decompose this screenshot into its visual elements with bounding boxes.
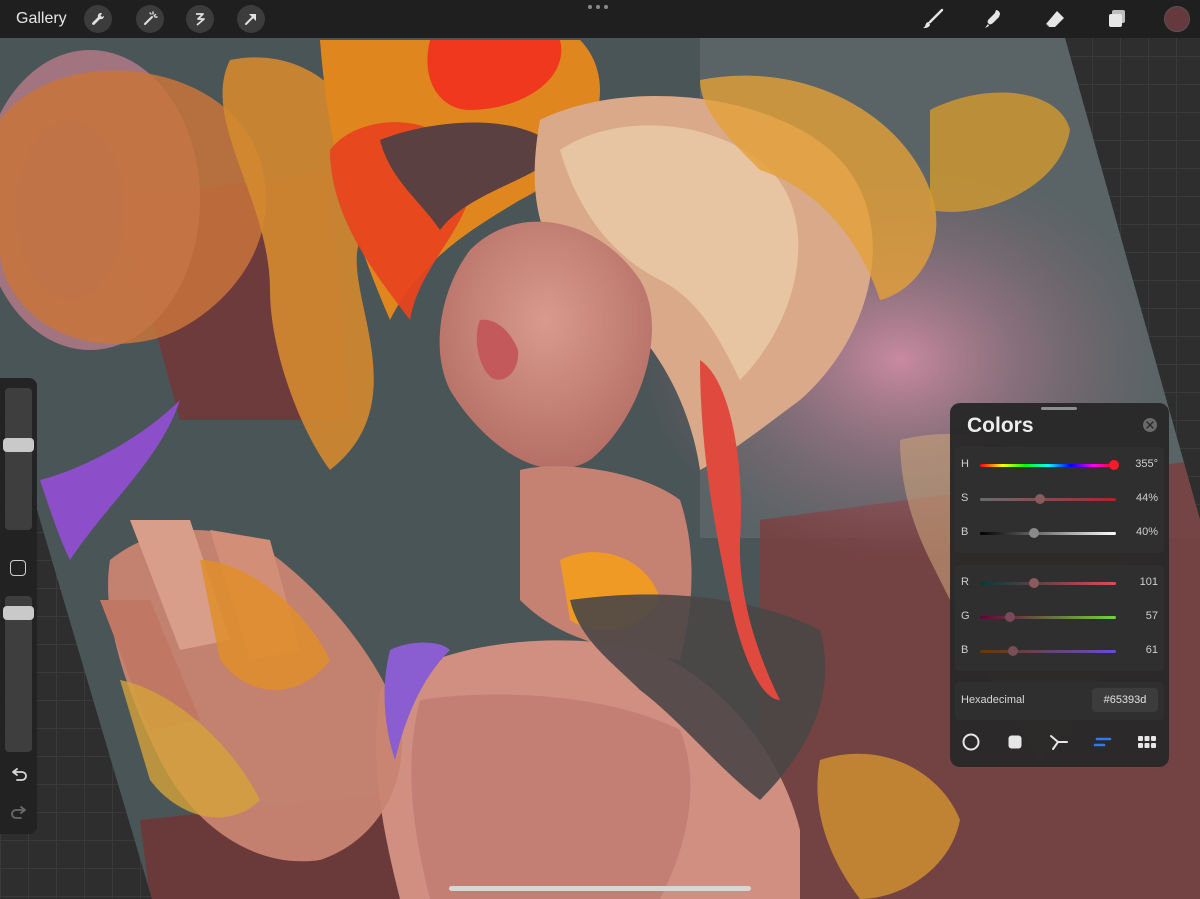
brightness-track[interactable] <box>980 532 1116 535</box>
brightness-knob[interactable] <box>1029 528 1040 538</box>
blue-knob[interactable] <box>1007 646 1018 656</box>
blue-label: B <box>961 644 969 656</box>
rgb-sliders-group: R 101 G 57 B 61 <box>955 565 1164 671</box>
hue-track[interactable] <box>980 464 1116 467</box>
layers-icon[interactable] <box>1104 6 1130 32</box>
palettes-icon[interactable] <box>1134 729 1160 755</box>
red-track[interactable] <box>980 582 1116 585</box>
red-knob[interactable] <box>1028 578 1039 588</box>
transform-arrow-icon[interactable] <box>237 5 265 33</box>
saturation-knob[interactable] <box>1034 494 1045 504</box>
brush-size-thumb[interactable] <box>3 438 34 452</box>
redo-icon[interactable] <box>9 804 29 824</box>
gallery-button[interactable]: Gallery <box>16 10 67 28</box>
close-icon[interactable] <box>1143 418 1157 432</box>
hue-slider-row[interactable]: H 355° <box>955 455 1164 477</box>
saturation-value: 44% <box>1135 492 1158 504</box>
green-slider-row[interactable]: G 57 <box>955 607 1164 629</box>
eraser-icon[interactable] <box>1042 6 1068 32</box>
brightness-value: 40% <box>1135 526 1158 538</box>
hsb-sliders-group: H 355° S 44% B 40% <box>955 447 1164 553</box>
blue-value: 61 <box>1145 644 1158 656</box>
green-value: 57 <box>1145 610 1158 622</box>
value-icon[interactable] <box>1090 729 1116 755</box>
hex-label: Hexadecimal <box>961 694 1025 706</box>
red-label: R <box>961 576 969 588</box>
selection-icon[interactable] <box>186 5 214 33</box>
hue-value: 355° <box>1135 458 1158 470</box>
harmony-icon[interactable] <box>1046 729 1072 755</box>
green-track[interactable] <box>980 616 1116 619</box>
brightness-slider-row[interactable]: B 40% <box>955 523 1164 545</box>
smudge-icon[interactable] <box>981 6 1007 32</box>
blue-track[interactable] <box>980 650 1116 653</box>
wrench-icon[interactable] <box>84 5 112 33</box>
panel-drag-handle[interactable] <box>1041 407 1077 410</box>
brush-size-slider[interactable] <box>5 388 32 530</box>
hex-row: Hexadecimal #65393d <box>955 682 1164 720</box>
disc-icon[interactable] <box>958 729 984 755</box>
home-indicator[interactable] <box>449 886 751 891</box>
saturation-label: S <box>961 492 969 504</box>
current-color-swatch[interactable] <box>1164 6 1190 32</box>
left-sidebar <box>0 378 37 834</box>
modify-square-button[interactable] <box>10 560 26 576</box>
hue-knob[interactable] <box>1109 460 1120 470</box>
green-label: G <box>961 610 970 622</box>
blue-slider-row[interactable]: B 61 <box>955 641 1164 663</box>
hue-label: H <box>961 458 969 470</box>
undo-icon[interactable] <box>9 766 29 786</box>
brightness-label: B <box>961 526 969 538</box>
red-slider-row[interactable]: R 101 <box>955 573 1164 595</box>
panel-title: Colors <box>967 414 1034 437</box>
brush-icon[interactable] <box>920 6 946 32</box>
saturation-slider-row[interactable]: S 44% <box>955 489 1164 511</box>
magic-wand-icon[interactable] <box>136 5 164 33</box>
panel-grip-icon[interactable] <box>588 5 612 13</box>
saturation-track[interactable] <box>980 498 1116 501</box>
hex-input[interactable]: #65393d <box>1092 688 1158 712</box>
opacity-thumb[interactable] <box>3 606 34 620</box>
colors-panel: Colors H 355° S 44% B 40% R 101 G 57 B 6… <box>950 403 1169 767</box>
top-toolbar: Gallery <box>0 0 1200 38</box>
red-value: 101 <box>1139 576 1158 588</box>
classic-icon[interactable] <box>1002 729 1028 755</box>
green-knob[interactable] <box>1005 612 1016 622</box>
